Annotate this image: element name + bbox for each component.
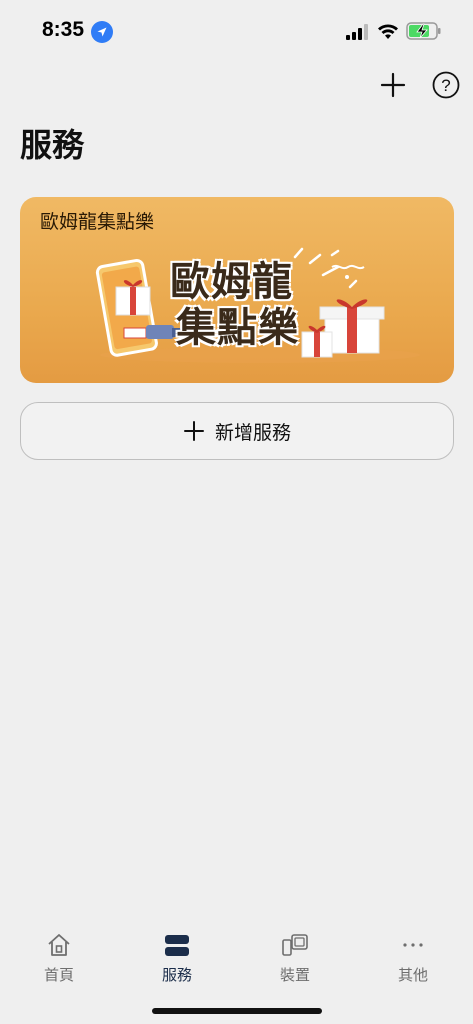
tab-more[interactable]: 其他 — [354, 920, 472, 990]
services-icon — [165, 935, 189, 956]
add-service-label: 新增服務 — [214, 421, 291, 444]
banner-headline: 歐姆龍 集點樂 — [170, 259, 299, 351]
status-time: 8:35 — [42, 18, 85, 41]
devices-icon — [282, 934, 308, 956]
banner-headline-line2: 集點樂 — [176, 305, 299, 351]
cellular-signal-icon — [346, 24, 368, 40]
tab-home-label: 首頁 — [43, 966, 74, 984]
status-bar: 8:35 — [0, 0, 473, 60]
add-service-button[interactable]: 新增服務 — [20, 402, 454, 460]
page-title: 服務 — [20, 126, 85, 164]
home-icon — [48, 934, 70, 956]
wifi-icon — [378, 24, 398, 39]
service-card-omron-points[interactable]: 歐姆龍集點樂 歐姆龍 集點樂 — [20, 197, 454, 383]
tab-more-label: 其他 — [397, 966, 428, 984]
add-icon[interactable] — [378, 70, 408, 100]
banner-headline-line1: 歐姆龍 — [170, 259, 293, 305]
home-indicator — [152, 1008, 322, 1014]
service-card-title: 歐姆龍集點樂 — [40, 211, 155, 233]
help-icon[interactable]: ? — [431, 70, 461, 100]
tab-home[interactable]: 首頁 — [0, 920, 118, 990]
tab-bar: 首頁 服務 裝置 其他 — [0, 920, 473, 990]
tab-devices[interactable]: 裝置 — [236, 920, 354, 990]
tab-devices-label: 裝置 — [279, 966, 310, 984]
plus-icon — [183, 421, 204, 441]
tab-services-label: 服務 — [161, 966, 192, 984]
svg-text:?: ? — [441, 76, 450, 95]
location-arrow-icon — [91, 21, 113, 43]
tab-services[interactable]: 服務 — [118, 920, 236, 990]
battery-charging-icon — [406, 22, 441, 40]
more-icon — [403, 943, 423, 947]
